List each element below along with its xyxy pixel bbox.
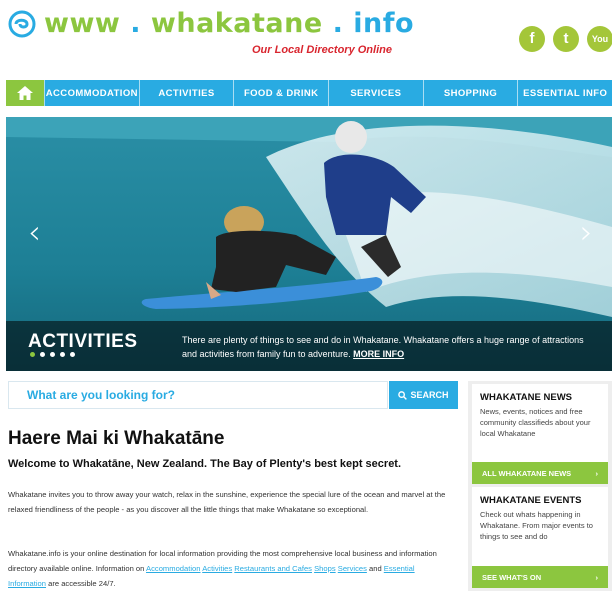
sidebar: WHAKATANE NEWS News, events, notices and… (468, 381, 612, 591)
logo-swirl-icon (8, 10, 36, 38)
site-tagline: Our Local Directory Online (252, 44, 392, 56)
home-icon (17, 86, 33, 100)
hero-slider: ‹ › ACTIVITIES There are plenty of thing… (6, 117, 612, 371)
slide-dot[interactable] (70, 352, 75, 357)
slide-dot[interactable] (30, 352, 35, 357)
directory-paragraph: Whakatane.info is your online destinatio… (8, 546, 448, 591)
facebook-icon[interactable]: f (519, 26, 545, 52)
hero-title: ACTIVITIES (28, 331, 138, 352)
site-header: www . whakatane . info Our Local Directo… (0, 0, 612, 78)
news-text: News, events, notices and free community… (480, 407, 591, 438)
slide-dot[interactable] (50, 352, 55, 357)
news-title: WHAKATANE NEWS (480, 392, 572, 403)
nav-item-shopping[interactable]: Shopping (422, 80, 518, 106)
prev-slide-arrow[interactable]: ‹ (28, 213, 41, 251)
search-icon (398, 390, 408, 400)
slide-indicators (30, 352, 75, 357)
nav-item-food-drink[interactable]: Food & Drink (233, 80, 328, 106)
link-restaurants[interactable]: Restaurants and Cafes (234, 564, 312, 573)
nav-home-button[interactable] (6, 80, 44, 106)
twitter-icon[interactable]: t (553, 26, 579, 52)
logo-name: whakatane (150, 8, 323, 39)
slide-dot[interactable] (40, 352, 45, 357)
nav-item-services[interactable]: Services (328, 80, 423, 106)
site-logo[interactable]: www . whakatane . info (44, 8, 414, 39)
news-card: WHAKATANE NEWS News, events, notices and… (472, 384, 608, 484)
hero-caption-bar: ACTIVITIES There are plenty of things to… (6, 321, 612, 371)
welcome-text: Welcome to Whakatāne, New Zealand. The B… (8, 458, 402, 470)
logo-dot: . (130, 8, 142, 39)
nav-item-activities[interactable]: Activities (138, 80, 234, 106)
directory-and: and (366, 564, 384, 573)
all-news-button[interactable]: ALL WHAKATANE NEWS › (472, 462, 608, 484)
youtube-icon[interactable]: You (587, 26, 612, 52)
hero-caption: There are plenty of things to see and do… (182, 333, 592, 361)
see-whats-on-label: SEE WHAT'S ON (482, 572, 542, 582)
search-input[interactable]: What are you looking for? (8, 381, 388, 409)
events-text: Check out whats happening in Whakatane. … (480, 510, 593, 541)
logo-tld: info (353, 8, 415, 39)
page-title: Haere Mai ki Whakatāne (8, 428, 225, 449)
all-news-label: ALL WHAKATANE NEWS (482, 468, 572, 478)
more-info-link[interactable]: MORE INFO (353, 349, 404, 359)
nav-item-essential-info[interactable]: Essential Info (517, 80, 612, 106)
logo-www: www (44, 8, 121, 39)
next-slide-arrow[interactable]: › (580, 213, 593, 251)
link-shops[interactable]: Shops (314, 564, 336, 573)
search-button[interactable]: SEARCH (389, 381, 458, 409)
search-button-label: SEARCH (410, 390, 449, 400)
main-nav: Accommodation Activities Food & Drink Se… (6, 80, 612, 106)
link-accommodation[interactable]: Accommodation (146, 564, 200, 573)
nav-item-accommodation[interactable]: Accommodation (44, 80, 139, 106)
intro-paragraph: Whakatane invites you to throw away your… (8, 490, 446, 514)
chevron-right-icon: › (595, 468, 599, 478)
link-activities[interactable]: Activities (202, 564, 232, 573)
events-card: WHAKATANE EVENTS Check out whats happeni… (472, 487, 608, 588)
chevron-right-icon: › (595, 572, 599, 582)
link-services[interactable]: Services (338, 564, 367, 573)
see-whats-on-button[interactable]: SEE WHAT'S ON › (472, 566, 608, 588)
slide-dot[interactable] (60, 352, 65, 357)
directory-end: are accessible 24/7. (46, 579, 116, 588)
logo-dot: . (332, 8, 344, 39)
events-title: WHAKATANE EVENTS (480, 495, 582, 506)
